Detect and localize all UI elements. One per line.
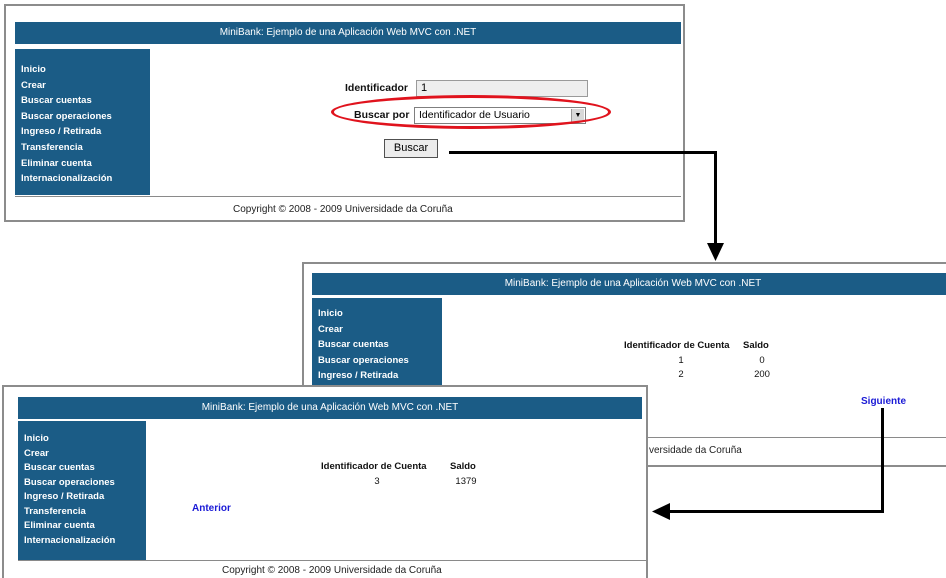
footer-divider <box>15 196 681 197</box>
menu-item-crear[interactable]: Crear <box>318 322 442 338</box>
table-cell-account: 2 <box>678 369 684 380</box>
menu-item-crear[interactable]: Crear <box>24 447 146 462</box>
menu-item-transferencia[interactable]: Transferencia <box>24 505 146 520</box>
menu-item-buscar-cuentas[interactable]: Buscar cuentas <box>21 93 150 109</box>
menu-item-inicio[interactable]: Inicio <box>24 432 146 447</box>
app-title: MiniBank: Ejemplo de una Aplicación Web … <box>15 22 681 44</box>
menu-item-crear[interactable]: Crear <box>21 78 150 94</box>
menu-item-ingreso-retirada[interactable]: Ingreso / Retirada <box>21 124 150 140</box>
sidebar-menu: Inicio Crear Buscar cuentas Buscar opera… <box>15 49 150 195</box>
menu-item-ingreso-retirada[interactable]: Ingreso / Retirada <box>318 368 442 384</box>
menu-item-internacionalizacion[interactable]: Internacionalización <box>21 171 150 187</box>
arrow-head-left-icon <box>652 503 670 520</box>
column-header-balance: Saldo <box>450 461 476 472</box>
table-cell-balance: 1379 <box>455 476 477 487</box>
footer-copyright: Copyright © 2008 - 2009 Universidade da … <box>233 204 453 215</box>
menu-item-ingreso-retirada[interactable]: Ingreso / Retirada <box>24 490 146 505</box>
sidebar-menu: Inicio Crear Buscar cuentas Buscar opera… <box>18 421 146 560</box>
menu-item-internacionalizacion[interactable]: Internacionalización <box>24 534 146 549</box>
next-page-link[interactable]: Siguiente <box>861 396 906 407</box>
column-header-account: Identificador de Cuenta <box>624 340 730 351</box>
column-header-account: Identificador de Cuenta <box>321 461 427 472</box>
identifier-label: Identificador <box>345 82 409 94</box>
dropdown-arrow-icon: ▼ <box>571 109 584 122</box>
menu-item-buscar-cuentas[interactable]: Buscar cuentas <box>318 337 442 353</box>
search-by-select[interactable]: Identificador de Usuario ▼ <box>414 107 586 124</box>
table-cell-balance: 200 <box>754 369 770 380</box>
menu-item-transferencia[interactable]: Transferencia <box>21 140 150 156</box>
search-window: MiniBank: Ejemplo de una Aplicación Web … <box>4 4 685 222</box>
results-window-page-2: MiniBank: Ejemplo de una Aplicación Web … <box>2 385 648 578</box>
table-cell-account: 1 <box>678 355 684 366</box>
table-cell-account: 3 <box>374 476 380 487</box>
app-title: MiniBank: Ejemplo de una Aplicación Web … <box>312 273 946 295</box>
menu-item-eliminar-cuenta[interactable]: Eliminar cuenta <box>24 519 146 534</box>
menu-item-inicio[interactable]: Inicio <box>318 306 442 322</box>
arrow-head-down-icon <box>707 243 724 261</box>
menu-item-buscar-operaciones[interactable]: Buscar operaciones <box>21 109 150 125</box>
footer-copyright: Copyright © 2008 - 2009 Universidade da … <box>222 565 442 576</box>
previous-page-link[interactable]: Anterior <box>192 503 231 514</box>
footer-divider <box>18 560 646 561</box>
menu-item-buscar-operaciones[interactable]: Buscar operaciones <box>24 476 146 491</box>
column-header-balance: Saldo <box>743 340 769 351</box>
search-button[interactable]: Buscar <box>384 139 438 158</box>
menu-item-inicio[interactable]: Inicio <box>21 62 150 78</box>
menu-item-eliminar-cuenta[interactable]: Eliminar cuenta <box>21 156 150 172</box>
app-title: MiniBank: Ejemplo de una Aplicación Web … <box>18 397 642 419</box>
footer-copyright-partial: versidade da Coruña <box>649 445 742 456</box>
table-cell-balance: 0 <box>759 355 765 366</box>
search-by-selected-value: Identificador de Usuario <box>419 109 530 121</box>
identifier-input[interactable]: 1 <box>416 80 588 97</box>
menu-item-buscar-operaciones[interactable]: Buscar operaciones <box>318 353 442 369</box>
menu-item-buscar-cuentas[interactable]: Buscar cuentas <box>24 461 146 476</box>
search-by-label: Buscar por <box>354 109 410 121</box>
